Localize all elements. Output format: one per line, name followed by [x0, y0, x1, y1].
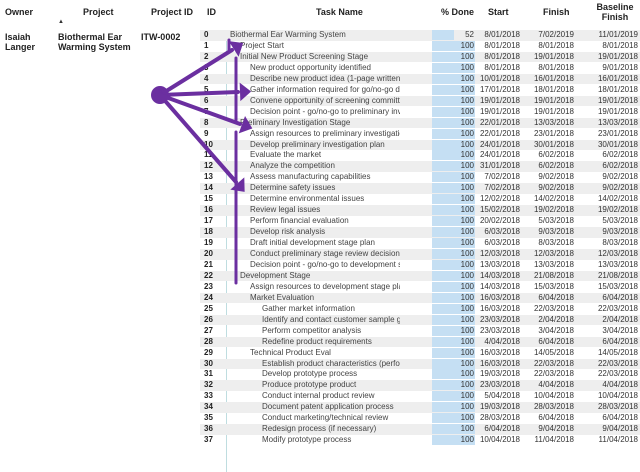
annotation-arrow-line — [158, 48, 234, 97]
annotation-arrowhead — [239, 82, 252, 102]
annotation-arrow-line — [158, 90, 240, 97]
annotation-arrows — [151, 38, 253, 285]
annotation-arrowhead — [238, 115, 253, 134]
annotation-arrowhead — [228, 41, 244, 57]
